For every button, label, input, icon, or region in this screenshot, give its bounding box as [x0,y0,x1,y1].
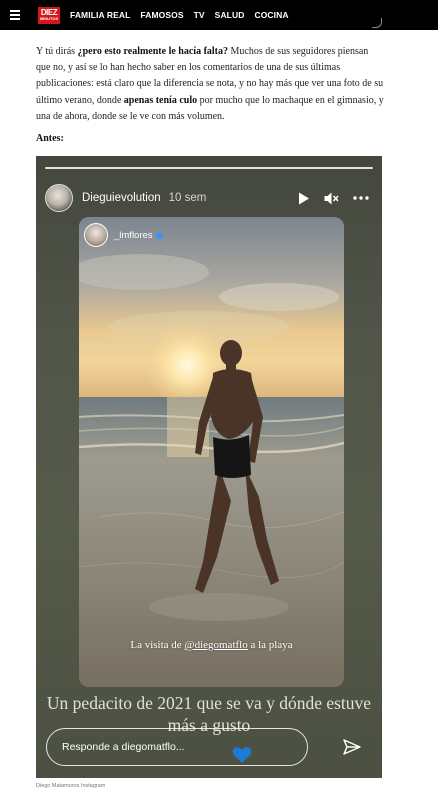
nav-link-famosos[interactable]: FAMOSOS [140,10,183,20]
logo-line2: MINUTOS [39,16,59,21]
nav-link-tv[interactable]: TV [194,10,205,20]
nav-decoration [372,18,382,28]
site-logo[interactable]: DIEZ MINUTOS [38,6,60,24]
instagram-story[interactable]: Dieguievolution 10 sem _lmflores La visi… [36,156,382,778]
story-progress-bar [45,167,373,169]
para-bold-question: ¿pero esto realmente le hacía falta? [77,46,229,57]
para-bold-phrase: apenas tenía culo [123,94,198,106]
reshared-post[interactable]: _lmflores La visita de @diegomatflo a la… [79,217,344,687]
send-icon[interactable] [342,737,362,757]
story-header-icons [298,192,373,205]
nav-links: FAMILIA REAL FAMOSOS TV SALUD COCINA [70,10,289,20]
nav-link-salud[interactable]: SALUD [215,10,245,20]
reshared-caption-text-a: La visita de [130,639,185,651]
mute-icon[interactable] [324,192,339,205]
article-body: Y tú dirás ¿pero esto realmente le hacía… [36,44,384,125]
reshared-caption-text-b: a la playa [247,639,293,651]
nav-link-cocina[interactable]: COCINA [254,10,288,20]
story-time-ago: 10 sem [168,192,207,204]
play-icon[interactable] [298,192,310,205]
reshared-username[interactable]: _lmflores [114,230,153,241]
more-icon[interactable] [353,196,369,200]
nav-link-familia-real[interactable]: FAMILIA REAL [70,10,130,20]
beach-sunset-photo [79,217,344,687]
story-username[interactable]: Dieguievolution [82,192,161,204]
reply-placeholder: Responde a diegomatflo... [62,741,185,753]
menu-icon[interactable] [0,0,30,30]
verified-icon [155,231,163,239]
antes-label: Antes: [36,133,64,144]
top-navbar: DIEZ MINUTOS FAMILIA REAL FAMOSOS TV SAL… [0,0,438,30]
reshared-avatar[interactable] [84,223,108,247]
article-paragraph: Y tú dirás ¿pero esto realmente le hacía… [36,44,384,125]
photo-credit: Diego Matamoros Instagram [36,783,106,789]
reply-input[interactable]: Responde a diegomatflo... [46,728,308,766]
reshared-post-header: _lmflores [84,223,163,247]
mention-link[interactable]: @diegomatflo [184,639,247,651]
reshared-caption: La visita de @diegomatflo a la playa [79,637,344,653]
para-text-1: Y tú dirás [36,46,78,57]
story-avatar[interactable] [45,184,73,212]
story-header: Dieguievolution 10 sem [45,184,373,212]
